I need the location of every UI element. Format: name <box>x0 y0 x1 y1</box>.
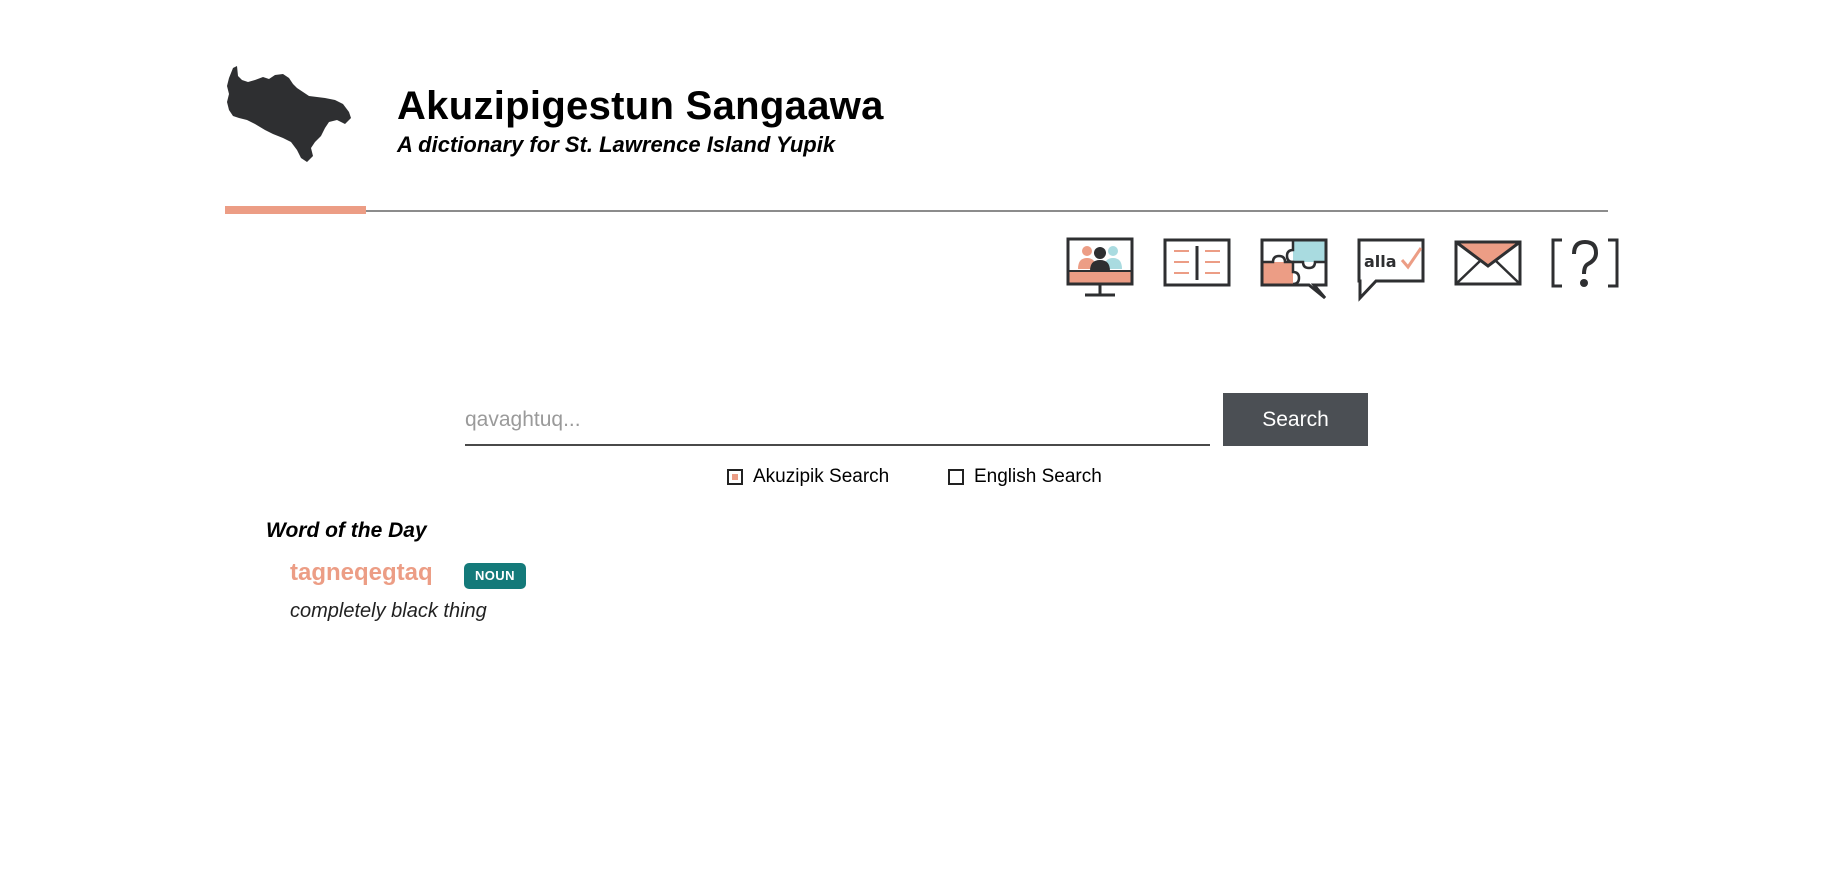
word-of-day-definition: completely black thing <box>290 600 487 622</box>
header-divider-accent <box>225 206 366 214</box>
alla-speech-icon[interactable]: alla <box>1356 236 1426 304</box>
word-of-day-heading: Word of the Day <box>266 519 427 542</box>
dictionary-book-icon[interactable] <box>1162 236 1232 304</box>
search-button[interactable]: Search <box>1223 393 1368 446</box>
mail-icon[interactable] <box>1453 236 1523 304</box>
english-search-label: English Search <box>974 466 1102 487</box>
english-search-option[interactable]: English Search <box>948 466 1102 488</box>
word-of-day-link[interactable]: tagneqegtaq <box>290 559 433 587</box>
island-silhouette-logo[interactable] <box>225 66 367 164</box>
search-input[interactable] <box>465 396 1210 446</box>
header-divider <box>225 210 1608 212</box>
akuzipik-search-label: Akuzipik Search <box>753 466 890 487</box>
help-icon[interactable] <box>1550 236 1620 304</box>
video-chat-icon[interactable] <box>1065 236 1135 304</box>
puzzle-icon[interactable] <box>1259 236 1329 304</box>
site-subtitle: A dictionary for St. Lawrence Island Yup… <box>397 132 836 157</box>
akuzipik-search-option[interactable]: Akuzipik Search <box>727 466 889 488</box>
site-title: Akuzipigestun Sangaawa <box>397 84 884 128</box>
search-form: Search <box>465 392 1369 502</box>
icon-navigation: alla <box>1065 236 1619 304</box>
akuzipik-search-checkbox[interactable] <box>727 469 743 485</box>
site-header: Akuzipigestun Sangaawa A dictionary for … <box>225 62 1608 214</box>
part-of-speech-badge: NOUN <box>464 563 526 589</box>
svg-text:alla: alla <box>1364 252 1397 271</box>
english-search-checkbox[interactable] <box>948 469 964 485</box>
